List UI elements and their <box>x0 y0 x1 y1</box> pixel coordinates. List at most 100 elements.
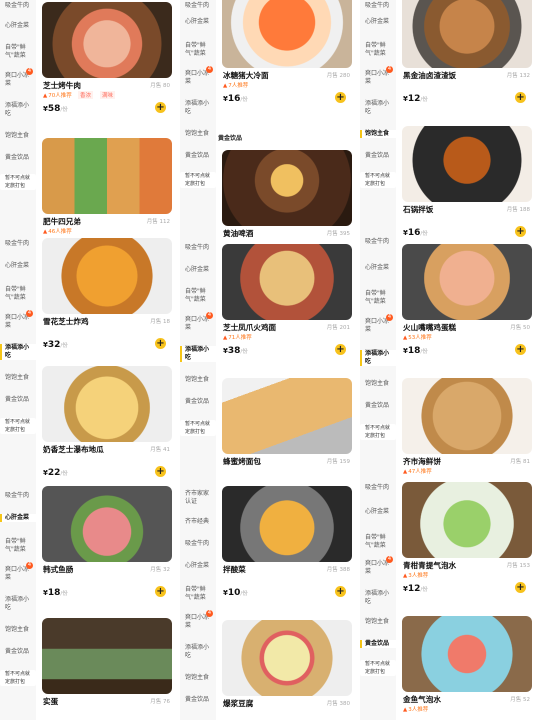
sidebar-item[interactable]: 心肝金菜 <box>0 262 36 270</box>
sidebar-item[interactable]: 暂不可点就定旅打包 <box>180 172 216 188</box>
sidebar-item[interactable]: 心肝金菜 <box>360 508 396 516</box>
sidebar-item[interactable]: 暂不可点就定旅打包 <box>0 174 36 190</box>
sidebar-item[interactable]: 黄金饮品 <box>180 152 216 160</box>
sidebar-item[interactable]: 暂不可点就定旅打包 <box>180 420 216 436</box>
sidebar-item[interactable]: 吸金牛肉 <box>180 2 216 10</box>
product-image[interactable] <box>222 0 352 68</box>
sidebar-item[interactable]: 爽口小凉菜 4 <box>360 556 396 576</box>
sidebar-item[interactable]: 吸金牛肉 <box>360 238 396 246</box>
product-card[interactable]: 雪花芝士炸鸡 月售 18 ¥32/份 + <box>38 236 172 354</box>
sidebar-item[interactable]: 添福添小吃 <box>0 102 36 118</box>
product-card[interactable]: 齐市海鲜饼 月售 81 ▲47人推荐 <box>398 376 532 494</box>
sidebar-item[interactable]: 添福添小吃 <box>0 596 36 612</box>
sidebar-item[interactable]: 自带"鲜气"蔬菜 <box>180 586 216 602</box>
sidebar-item[interactable]: 黄金饮品 <box>360 640 396 648</box>
sidebar-item[interactable]: 饱饱主食 <box>180 376 216 384</box>
product-card[interactable]: 青柑青提气泡水 月售 153 ▲3人推荐 ¥12/份 + <box>398 480 532 598</box>
add-to-cart-button[interactable]: + <box>515 344 526 355</box>
sidebar-item[interactable]: 心肝金菜 <box>180 266 216 274</box>
sidebar-item[interactable]: 心肝金菜 <box>360 264 396 272</box>
sidebar-item[interactable]: 吸金牛肉 <box>0 492 36 500</box>
product-image[interactable] <box>402 126 532 202</box>
sidebar-item[interactable]: 爽口小凉菜 4 <box>0 310 36 330</box>
sidebar-item[interactable]: 暂不可点就定旅打包 <box>360 660 396 676</box>
product-image[interactable] <box>222 620 352 696</box>
sidebar-item[interactable]: 饱饱主食 <box>360 380 396 388</box>
sidebar-item[interactable]: 自带"鲜气"蔬菜 <box>0 286 36 302</box>
product-image[interactable] <box>42 366 172 442</box>
product-image[interactable] <box>402 616 532 692</box>
sidebar-item[interactable]: 添福添小吃 <box>360 350 396 366</box>
product-card[interactable]: 爆浆豆腐 月售 380 <box>218 618 352 720</box>
sidebar-item[interactable]: 爽口小凉菜 4 <box>180 610 216 630</box>
product-card[interactable]: 金鱼气泡水 月售 52 ▲3人推荐 <box>398 614 532 720</box>
sidebar-item[interactable]: 爽口小凉菜 4 <box>0 562 36 582</box>
sidebar-item[interactable]: 吸金牛肉 <box>180 540 216 548</box>
product-card[interactable]: 蜂蜜烤面包 月售 159 <box>218 376 352 494</box>
product-card[interactable]: 芝士凤爪火鸡面 月售 201 ▲71人推荐 ¥38/份 + <box>218 242 352 360</box>
sidebar-item[interactable]: 心肝金菜 <box>180 18 216 26</box>
sidebar-item[interactable]: 饱饱主食 <box>360 130 396 138</box>
sidebar-item[interactable]: 饱饱主食 <box>0 132 36 140</box>
sidebar-item[interactable]: 自带"鲜气"蔬菜 <box>0 538 36 554</box>
sidebar-item[interactable]: 黄金饮品 <box>360 402 396 410</box>
add-to-cart-button[interactable]: + <box>155 466 166 477</box>
product-image[interactable] <box>42 2 172 78</box>
add-to-cart-button[interactable]: + <box>335 586 346 597</box>
sidebar-item[interactable]: 心肝金菜 <box>0 22 36 30</box>
sidebar-item[interactable]: 心肝金菜 <box>0 514 36 522</box>
sidebar-item[interactable]: 添福添小吃 <box>360 100 396 116</box>
add-to-cart-button[interactable]: + <box>515 226 526 237</box>
product-image[interactable] <box>222 244 352 320</box>
product-card[interactable]: 实蛋 月售 76 <box>38 616 172 720</box>
sidebar-item[interactable]: 爽口小凉菜 4 <box>180 312 216 332</box>
product-card[interactable]: 石锅拌饭 月售 188 ¥16/份 + <box>398 124 532 242</box>
sidebar-item[interactable]: 自带"鲜气"蔬菜 <box>360 534 396 550</box>
product-image[interactable] <box>42 238 172 314</box>
product-image[interactable] <box>42 618 172 694</box>
sidebar-item[interactable]: 暂不可点就定旅打包 <box>360 424 396 440</box>
sidebar-item[interactable]: 暂不可点就定旅打包 <box>0 418 36 434</box>
sidebar-item[interactable]: 暂不可点就定旅打包 <box>0 670 36 686</box>
product-image[interactable] <box>42 486 172 562</box>
sidebar-item[interactable]: 自带"鲜气"蔬菜 <box>360 42 396 58</box>
product-image[interactable] <box>402 378 532 454</box>
sidebar-item[interactable]: 自带"鲜气"蔬菜 <box>0 44 36 60</box>
product-card[interactable]: 奶香芝士瀑布地瓜 月售 41 ¥22/份 + <box>38 364 172 482</box>
sidebar-item[interactable]: 黄金饮品 <box>180 696 216 704</box>
product-image[interactable] <box>402 0 532 68</box>
sidebar-item[interactable]: 添福添小吃 <box>0 344 36 360</box>
product-card[interactable]: 黑金油卤渣渣饭 月售 132 ¥12/份 + <box>398 0 532 108</box>
sidebar-item[interactable]: 爽口小凉菜 4 <box>360 314 396 334</box>
add-to-cart-button[interactable]: + <box>155 338 166 349</box>
sidebar-item[interactable]: 爽口小凉菜 4 <box>180 66 216 86</box>
product-image[interactable] <box>42 138 172 214</box>
sidebar-item[interactable]: 爽口小凉菜 4 <box>360 66 396 86</box>
add-to-cart-button[interactable]: + <box>155 102 166 113</box>
sidebar-item[interactable]: 吸金牛肉 <box>0 2 36 10</box>
sidebar-item[interactable]: 添福添小吃 <box>180 346 216 362</box>
sidebar-item[interactable]: 饱饱主食 <box>180 130 216 138</box>
add-to-cart-button[interactable]: + <box>335 344 346 355</box>
sidebar-item[interactable]: 添福添小吃 <box>180 644 216 660</box>
add-to-cart-button[interactable]: + <box>515 92 526 103</box>
product-card[interactable]: 芝士烤牛肉 月售 80 ▲70人推荐 香浓 满味 ¥58/份 + <box>38 0 172 118</box>
sidebar-item[interactable]: 暂不可点就定旅打包 <box>360 172 396 188</box>
sidebar-item[interactable]: 齐市家家认证 <box>180 490 216 506</box>
sidebar-item[interactable]: 齐市经典 <box>180 518 216 526</box>
sidebar-item[interactable]: 饱饱主食 <box>180 674 216 682</box>
sidebar-item[interactable]: 添福添小吃 <box>360 590 396 606</box>
sidebar-item[interactable]: 黄金饮品 <box>0 648 36 656</box>
sidebar-item[interactable]: 饱饱主食 <box>0 374 36 382</box>
sidebar-item[interactable]: 吸金牛肉 <box>360 2 396 10</box>
sidebar-item[interactable]: 爽口小凉菜 4 <box>0 68 36 88</box>
sidebar-item[interactable]: 黄金饮品 <box>360 152 396 160</box>
product-image[interactable] <box>402 482 532 558</box>
sidebar-item[interactable]: 心肝金菜 <box>360 18 396 26</box>
sidebar-item[interactable]: 饱饱主食 <box>0 626 36 634</box>
sidebar-item[interactable]: 黄金饮品 <box>0 154 36 162</box>
product-card[interactable]: 韩式鱼肠 月售 32 ¥18/份 + <box>38 484 172 602</box>
sidebar-item[interactable]: 自带"鲜气"蔬菜 <box>180 42 216 58</box>
add-to-cart-button[interactable]: + <box>515 582 526 593</box>
add-to-cart-button[interactable]: + <box>155 586 166 597</box>
